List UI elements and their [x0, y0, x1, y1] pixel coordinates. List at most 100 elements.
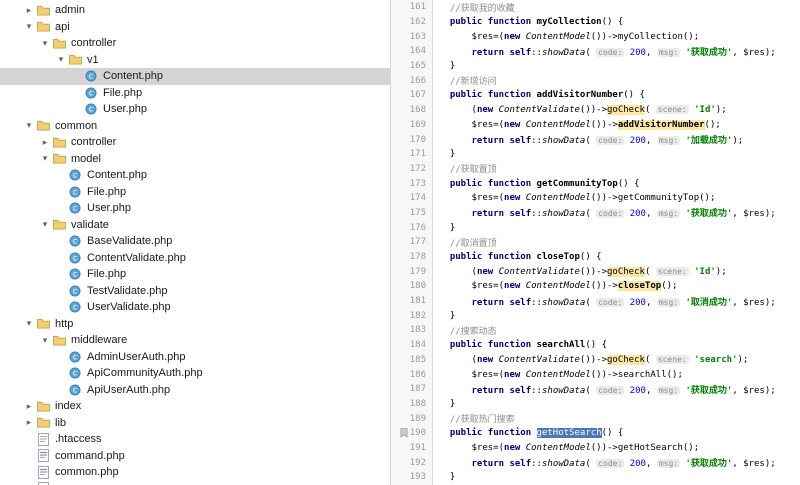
code-line-168[interactable]: 168 (new ContentValidate())->goCheck( sc… — [391, 102, 800, 118]
code-line-181[interactable]: 181 return self::showData( code: 200, ms… — [391, 293, 800, 309]
tree-file-UserValidate.php[interactable]: c UserValidate.php — [0, 299, 390, 316]
tree-folder-controller[interactable]: ▸ controller — [0, 134, 390, 151]
gutter-line-180[interactable]: 180 — [391, 279, 433, 294]
gutter-line-173[interactable]: 173 — [391, 176, 433, 191]
code-line-192[interactable]: 192 return self::showData( code: 200, ms… — [391, 455, 800, 470]
gutter-line-178[interactable]: 178 — [391, 249, 433, 265]
chevron-expanded-icon[interactable]: ▾ — [22, 319, 36, 328]
tree-file-User.php[interactable]: c User.php — [0, 200, 390, 217]
gutter-line-167[interactable]: 167 — [391, 88, 433, 103]
code-line-175[interactable]: 175 return self::showData( code: 200, ms… — [391, 205, 800, 221]
gutter-line-189[interactable]: 189 — [391, 411, 433, 426]
chevron-expanded-icon[interactable]: ▾ — [22, 22, 36, 31]
tree-folder-index[interactable]: ▸ index — [0, 398, 390, 415]
tree-file-.htaccess[interactable]: .htaccess — [0, 431, 390, 448]
gutter-line-162[interactable]: 162 — [391, 14, 433, 30]
code-line-163[interactable]: 163 $res=(new ContentModel())->myCollect… — [391, 29, 800, 45]
tree-file-common.php[interactable]: common.php — [0, 464, 390, 481]
code-line-178[interactable]: 178 public function closeTop() { — [391, 249, 800, 265]
gutter-line-183[interactable]: 183 — [391, 323, 433, 338]
tree-file-AdminUserAuth.php[interactable]: c AdminUserAuth.php — [0, 349, 390, 366]
tree-file-File.php[interactable]: c File.php — [0, 85, 390, 102]
code-line-170[interactable]: 170 return self::showData( code: 200, ms… — [391, 132, 800, 147]
gutter-line-166[interactable]: 166 — [391, 73, 433, 89]
tree-folder-controller[interactable]: ▾ controller — [0, 35, 390, 52]
tree-folder-model[interactable]: ▾ model — [0, 151, 390, 168]
code-line-165[interactable]: 165 } — [391, 58, 800, 74]
tree-file-File.php[interactable]: c File.php — [0, 184, 390, 201]
code-line-167[interactable]: 167 public function addVisitorNumber() { — [391, 88, 800, 103]
tree-file-ContentValidate.php[interactable]: c ContentValidate.php — [0, 250, 390, 267]
gutter-line-163[interactable]: 163 — [391, 29, 433, 45]
code-line-187[interactable]: 187 return self::showData( code: 200, ms… — [391, 381, 800, 397]
code-line-185[interactable]: 185 (new ContentValidate())->goCheck( sc… — [391, 352, 800, 368]
code-line-189[interactable]: 189 //获取热门搜索 — [391, 411, 800, 426]
chevron-expanded-icon[interactable]: ▾ — [38, 38, 52, 48]
tree-folder-validate[interactable]: ▾ validate — [0, 217, 390, 234]
code-line-172[interactable]: 172 //获取置顶 — [391, 161, 800, 177]
tree-file-ApiCommunityAuth.php[interactable]: c ApiCommunityAuth.php — [0, 365, 390, 382]
tree-file-User.php[interactable]: c User.php — [0, 101, 390, 118]
chevron-expanded-icon[interactable]: ▾ — [38, 335, 52, 345]
tree-folder-admin[interactable]: ▸ admin — [0, 2, 390, 19]
code-line-171[interactable]: 171 } — [391, 146, 800, 162]
tree-file-File.php[interactable]: c File.php — [0, 266, 390, 283]
gutter-line-175[interactable]: 175 — [391, 205, 433, 221]
gutter-line-161[interactable]: 161 — [391, 0, 433, 15]
gutter-line-171[interactable]: 171 — [391, 146, 433, 162]
chevron-expanded-icon[interactable]: ▾ — [22, 121, 36, 130]
gutter-line-181[interactable]: 181 — [391, 293, 433, 309]
gutter-line-174[interactable]: 174 — [391, 190, 433, 206]
chevron-collapsed-icon[interactable]: ▸ — [22, 418, 36, 427]
tree-folder-common[interactable]: ▾ common — [0, 118, 390, 135]
tree-folder-middleware[interactable]: ▾ middleware — [0, 332, 390, 349]
gutter-line-182[interactable]: 182 — [391, 308, 433, 324]
tree-folder-http[interactable]: ▾ http — [0, 316, 390, 333]
code-line-188[interactable]: 188 } — [391, 396, 800, 412]
code-line-179[interactable]: 179 (new ContentValidate())->goCheck( sc… — [391, 264, 800, 280]
gutter-line-170[interactable]: 170 — [391, 132, 433, 147]
tree-file-command.php[interactable]: command.php — [0, 448, 390, 465]
code-line-166[interactable]: 166 //新增访问 — [391, 73, 800, 89]
gutter-line-168[interactable]: 168 — [391, 102, 433, 118]
code-line-180[interactable]: 180 $res=(new ContentModel())->closeTop(… — [391, 279, 800, 294]
tree-file-BaseValidate.php[interactable]: c BaseValidate.php — [0, 233, 390, 250]
code-line-184[interactable]: 184 public function searchAll() { — [391, 337, 800, 353]
tree-file-clipped[interactable] — [0, 481, 390, 485]
gutter-line-193[interactable]: 193 — [391, 470, 433, 485]
tree-folder-v1[interactable]: ▾ v1 — [0, 52, 390, 69]
code-line-182[interactable]: 182 } — [391, 308, 800, 324]
gutter-line-191[interactable]: 191 — [391, 440, 433, 456]
code-line-193[interactable]: 193 } — [391, 470, 800, 485]
tree-file-TestValidate.php[interactable]: c TestValidate.php — [0, 283, 390, 300]
tree-file-Content.php[interactable]: c Content.php — [0, 167, 390, 184]
code-line-190[interactable]: 190 public function getHotSearch() { — [391, 425, 800, 441]
chevron-collapsed-icon[interactable]: ▸ — [22, 5, 36, 15]
gutter-line-165[interactable]: 165 — [391, 58, 433, 74]
gutter-line-176[interactable]: 176 — [391, 220, 433, 235]
gutter-line-190[interactable]: 190 — [391, 425, 433, 441]
code-line-161[interactable]: 161 //获取我的收藏 — [391, 0, 800, 15]
tree-folder-api[interactable]: ▾ api — [0, 19, 390, 36]
code-line-191[interactable]: 191 $res=(new ContentModel())->getHotSea… — [391, 440, 800, 456]
chevron-expanded-icon[interactable]: ▾ — [54, 55, 68, 64]
gutter-line-188[interactable]: 188 — [391, 396, 433, 412]
code-line-174[interactable]: 174 $res=(new ContentModel())->getCommun… — [391, 190, 800, 206]
chevron-expanded-icon[interactable]: ▾ — [38, 154, 52, 163]
tree-folder-lib[interactable]: ▸ lib — [0, 415, 390, 432]
gutter-line-169[interactable]: 169 — [391, 117, 433, 133]
gutter-line-177[interactable]: 177 — [391, 235, 433, 250]
code-editor[interactable]: 161 //获取我的收藏 162 public function myCollec… — [391, 0, 800, 485]
chevron-collapsed-icon[interactable]: ▸ — [22, 401, 36, 411]
tree-file-ApiUserAuth.php[interactable]: c ApiUserAuth.php — [0, 382, 390, 399]
code-line-186[interactable]: 186 $res=(new ContentModel())->searchAll… — [391, 367, 800, 382]
gutter-line-184[interactable]: 184 — [391, 337, 433, 353]
gutter-line-185[interactable]: 185 — [391, 352, 433, 368]
gutter-line-192[interactable]: 192 — [391, 455, 433, 470]
tree-file-Content.php[interactable]: c Content.php — [0, 68, 390, 85]
gutter-line-179[interactable]: 179 — [391, 264, 433, 280]
bookmark-icon[interactable] — [400, 428, 408, 438]
code-line-173[interactable]: 173 public function getCommunityTop() { — [391, 176, 800, 191]
chevron-expanded-icon[interactable]: ▾ — [38, 220, 52, 229]
code-line-162[interactable]: 162 public function myCollection() { — [391, 14, 800, 30]
